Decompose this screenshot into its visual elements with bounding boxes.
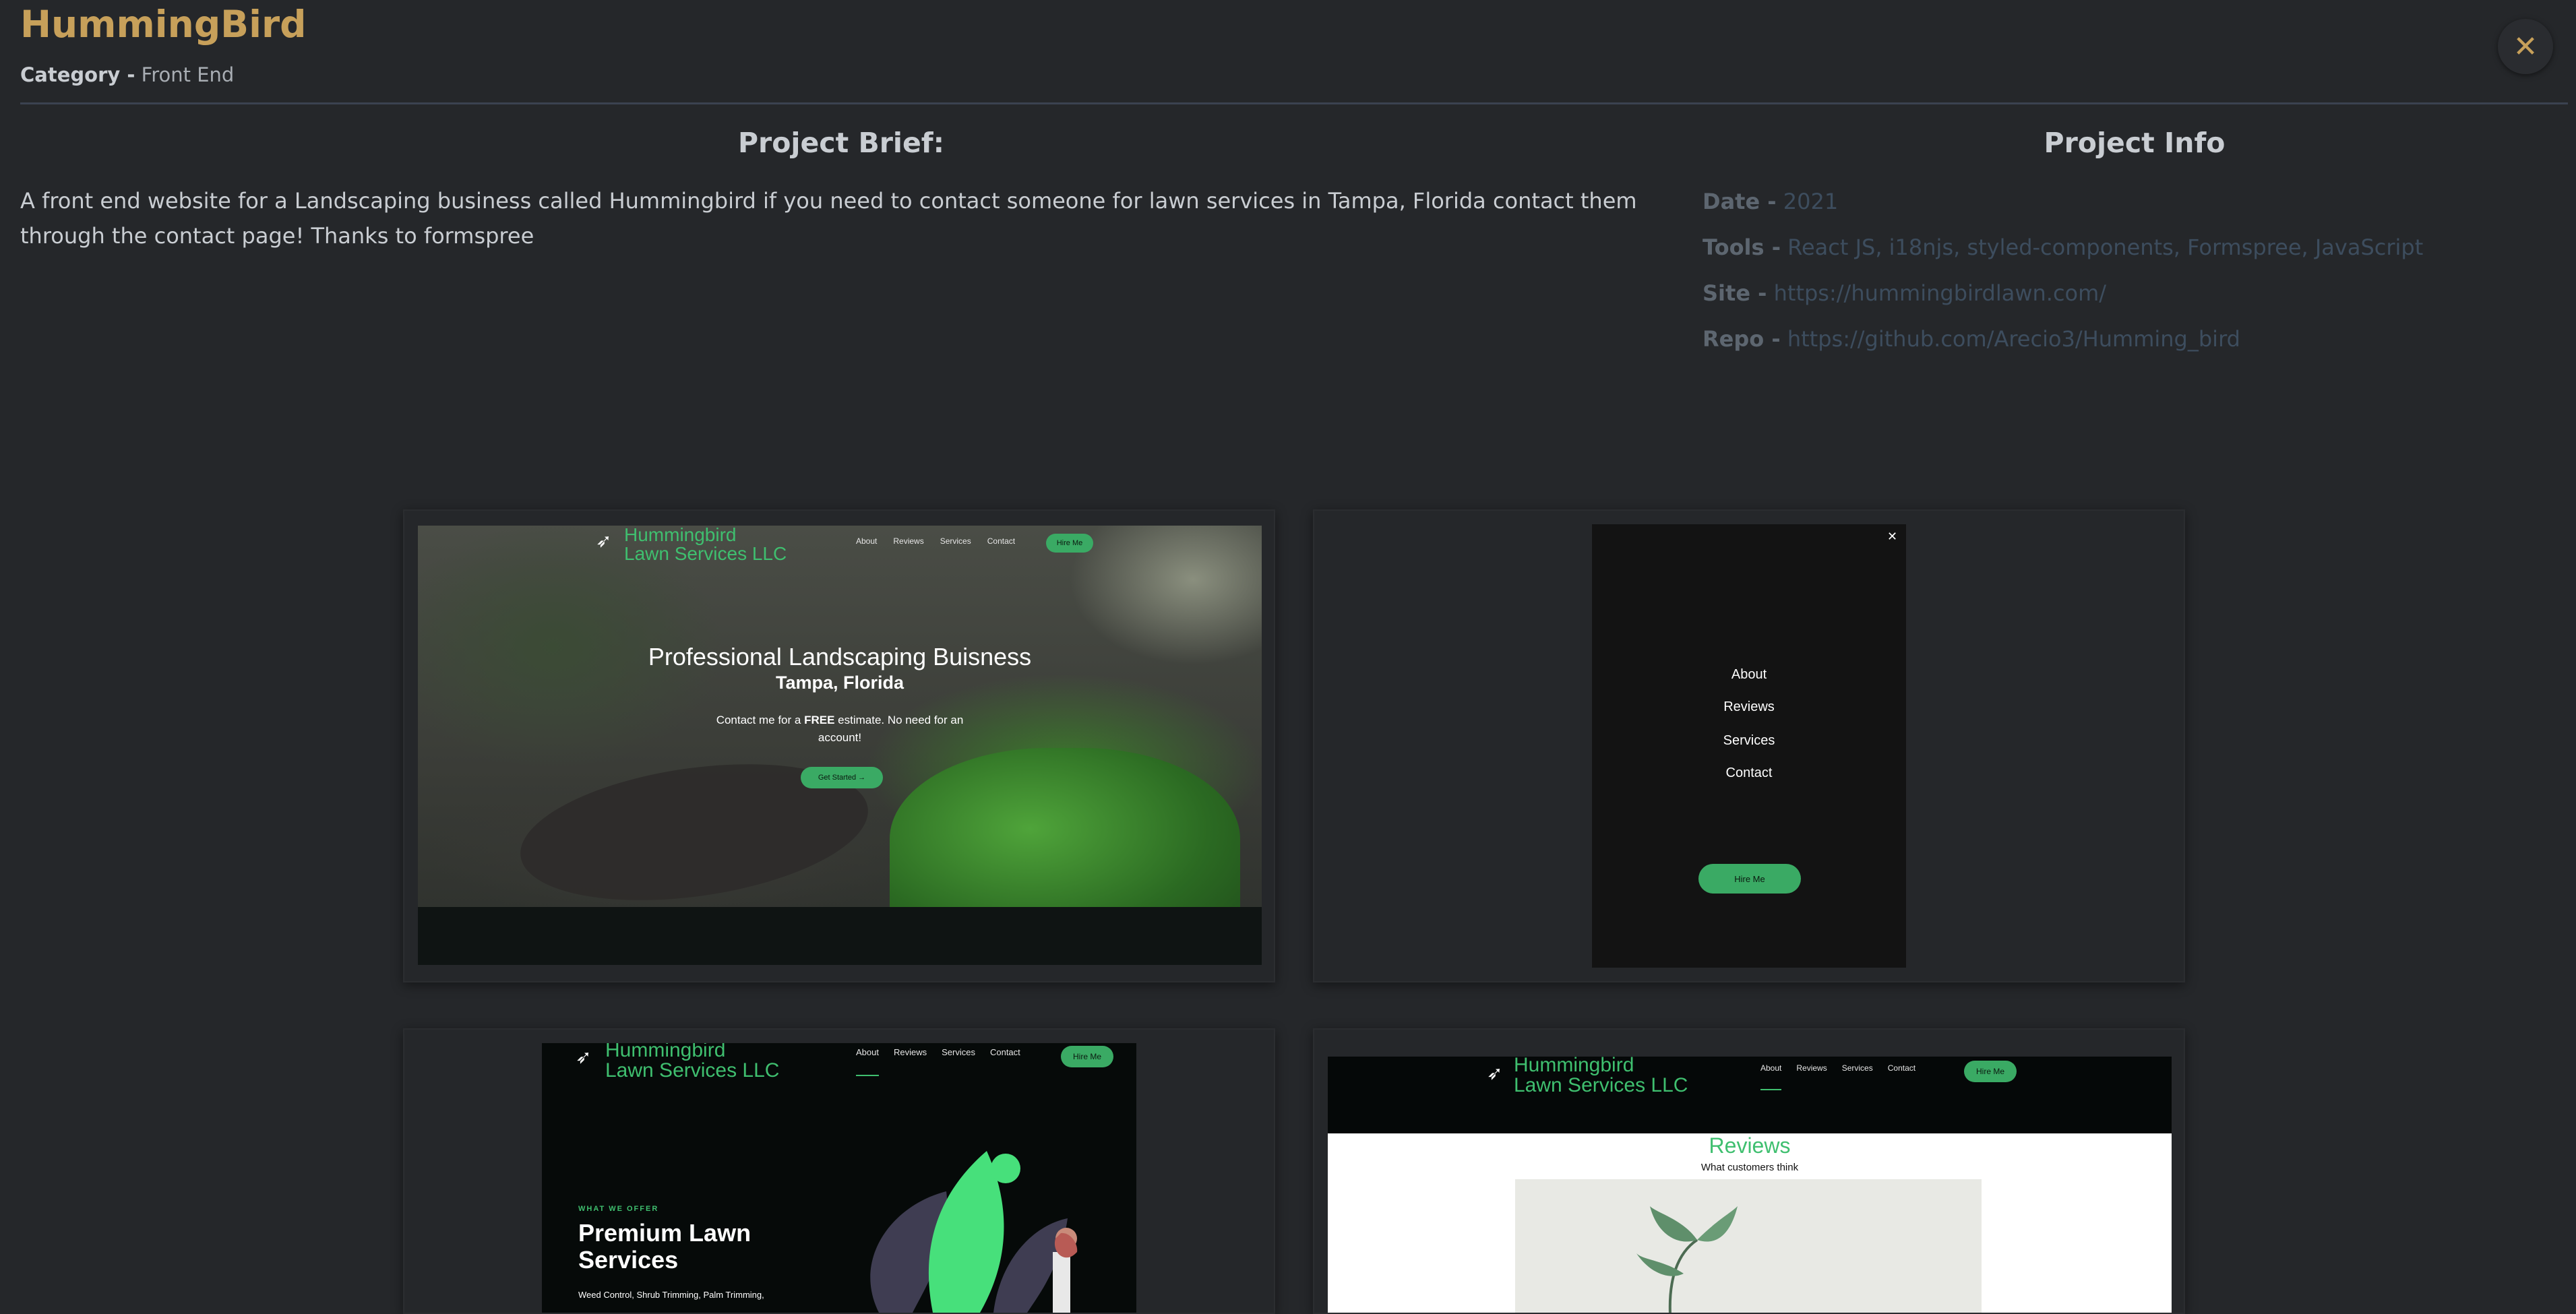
info-site-link[interactable]: https://hummingbirdlawn.com/ [1774,280,2106,306]
logo-line-1: Hummingbird [1514,1057,1634,1076]
logo-line-2: Lawn Services LLC [1514,1074,1688,1096]
category-value: Front End [141,63,235,86]
info-date-value: 2021 [1783,189,1839,214]
reviews-title: Reviews [1709,1133,1791,1158]
offer-title: Premium Lawn Services [578,1219,752,1274]
site-nav: About Reviews Services Contact [856,1047,1020,1076]
dot-green [991,1154,1020,1183]
hero-text-bold: FREE [804,714,835,726]
category-label: Category - [20,63,135,86]
nav-contact: Contact [1887,1063,1916,1073]
info-repo-label: Repo - [1703,326,1781,352]
menu-close-icon: ✕ [1887,530,1898,543]
info-tools-value: React JS, i18njs, styled-components, For… [1787,234,2424,260]
reviews-site-header: ➶ Hummingbird Lawn Services LLC About Re… [1328,1057,2172,1133]
offer-text: Weed Control, Shrub Trimming, Palm Trimm… [578,1290,764,1300]
project-info-heading: Project Info [2044,127,2226,159]
hero-subtitle: Tampa, Florida [775,672,904,693]
nav-about: About [1760,1063,1782,1090]
offer-kicker: WHAT WE OFFER [578,1205,659,1213]
screenshot-services: ➶ Hummingbird Lawn Services LLC About Re… [542,1043,1136,1313]
gallery-card-services[interactable]: ➶ Hummingbird Lawn Services LLC About Re… [403,1028,1275,1314]
nav-about: About [856,1047,879,1076]
logo-line-1: Hummingbird [605,1043,726,1061]
site-hire-button: Hire Me [1061,1046,1113,1067]
project-category: Category - Front End [20,63,234,86]
info-date-label: Date - [1703,189,1777,214]
info-site-label: Site - [1703,280,1767,306]
close-button[interactable]: ✕ [2498,19,2553,74]
screenshot-hero: ➶ Hummingbird Lawn Services LLC About Re… [418,526,1262,965]
nav-contact: Contact [989,1047,1020,1057]
site-nav: About Reviews Services Contact [856,536,1015,546]
hero-text: Contact me for a FREE estimate. No need … [705,712,975,747]
hero-cta-button: Get Started → [801,767,883,788]
site-hire-button: Hire Me [1046,534,1093,553]
hummingbird-logo-icon: ➶ [1487,1062,1503,1084]
menu-item-reviews: Reviews [1723,699,1775,714]
menu-item-services: Services [1723,733,1775,748]
plant-sprout-illustration [1636,1206,1738,1313]
screenshot-reviews: ➶ Hummingbird Lawn Services LLC About Re… [1328,1057,2172,1313]
info-date: Date - 2021 [1703,189,1838,214]
info-tools-label: Tools - [1703,234,1781,260]
menu-item-about: About [1731,667,1767,682]
header-divider [20,102,2568,104]
nav-reviews: Reviews [893,536,924,546]
nav-contact: Contact [987,536,1016,546]
hero-text-b: estimate. No need for an account! [818,714,964,744]
project-brief-heading: Project Brief: [737,127,945,159]
site-logo-text: Hummingbird Lawn Services LLC [1514,1057,1688,1096]
sprout-leaf-right [1697,1206,1738,1242]
reviews-plant-photo [1515,1179,1982,1313]
plant-illustration [870,1151,1078,1313]
figure-body [1053,1252,1070,1313]
sprout-stem [1668,1239,1698,1313]
info-repo-link[interactable]: https://github.com/Arecio3/Humming_bird [1787,326,2240,352]
hero-text-a: Contact me for a [716,714,805,726]
nav-services: Services [942,1047,975,1057]
menu-hire-button: Hire Me [1698,864,1801,894]
info-repo: Repo - https://github.com/Arecio3/Hummin… [1703,326,2240,352]
hummingbird-logo-icon: ➶ [596,530,612,552]
gallery-card-reviews[interactable]: ➶ Hummingbird Lawn Services LLC About Re… [1313,1028,2185,1314]
hummingbird-logo-icon: ➶ [576,1046,592,1068]
hero-title: Professional Landscaping Buisness [648,643,1032,670]
site-nav: About Reviews Services Contact [1760,1063,1915,1090]
site-logo-text: Hummingbird Lawn Services LLC [624,526,787,563]
logo-line-2: Lawn Services LLC [605,1059,780,1082]
site-logo-text: Hummingbird Lawn Services LLC [605,1043,779,1081]
screenshot-mobile-menu: ✕ About Reviews Services Contact Hire Me [1592,524,1906,968]
reviews-subtitle: What customers think [1700,1162,1799,1173]
project-title: HummingBird [20,3,307,46]
nav-reviews: Reviews [893,1047,927,1057]
logo-line-1: Hummingbird [624,526,737,545]
nav-about: About [856,536,878,546]
nav-services: Services [1841,1063,1873,1073]
gallery-card-mobile-menu[interactable]: ✕ About Reviews Services Contact Hire Me [1313,509,2185,982]
project-brief-text: A front end website for a Landscaping bu… [20,188,1637,249]
logo-line-2: Lawn Services LLC [624,543,787,564]
info-tools: Tools - React JS, i18njs, styled-compone… [1703,234,2423,260]
nav-services: Services [940,536,971,546]
sprout-leaf-left [1650,1206,1697,1242]
hero-footer-band [418,907,1262,965]
menu-item-contact: Contact [1725,765,1773,780]
info-site: Site - https://hummingbirdlawn.com/ [1703,280,2106,306]
nav-reviews: Reviews [1796,1063,1827,1073]
close-icon: ✕ [2513,29,2538,64]
site-hire-button: Hire Me [1964,1061,2017,1082]
gallery-card-hero[interactable]: ➶ Hummingbird Lawn Services LLC About Re… [403,509,1275,982]
